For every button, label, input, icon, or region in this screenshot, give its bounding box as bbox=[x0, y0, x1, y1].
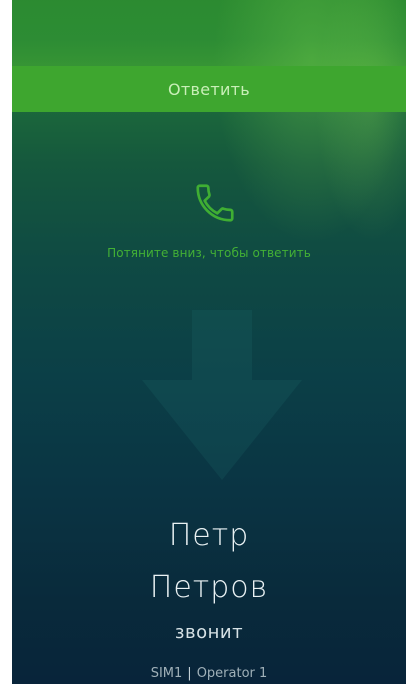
answer-label: Ответить bbox=[167, 79, 251, 99]
sim-operator-row: SIM1 | Operator 1 bbox=[12, 666, 406, 681]
sim-separator: | bbox=[187, 666, 192, 681]
caller-first-name: Петр bbox=[168, 518, 250, 553]
sim-label: SIM1 bbox=[150, 666, 183, 681]
operator-label: Operator 1 bbox=[196, 666, 268, 681]
drag-hint-text: Потяните вниз, чтобы ответить bbox=[107, 246, 311, 260]
call-status: звонит bbox=[174, 622, 244, 643]
top-glow-band bbox=[12, 0, 406, 66]
answer-bar[interactable]: Ответить bbox=[12, 66, 406, 112]
caller-last-name: Петров bbox=[149, 570, 269, 605]
phone-icon[interactable] bbox=[192, 180, 238, 226]
down-arrow-shape bbox=[142, 310, 302, 480]
incoming-call-screen: Ответить Потяните вниз, чтобы ответить П… bbox=[12, 0, 406, 684]
